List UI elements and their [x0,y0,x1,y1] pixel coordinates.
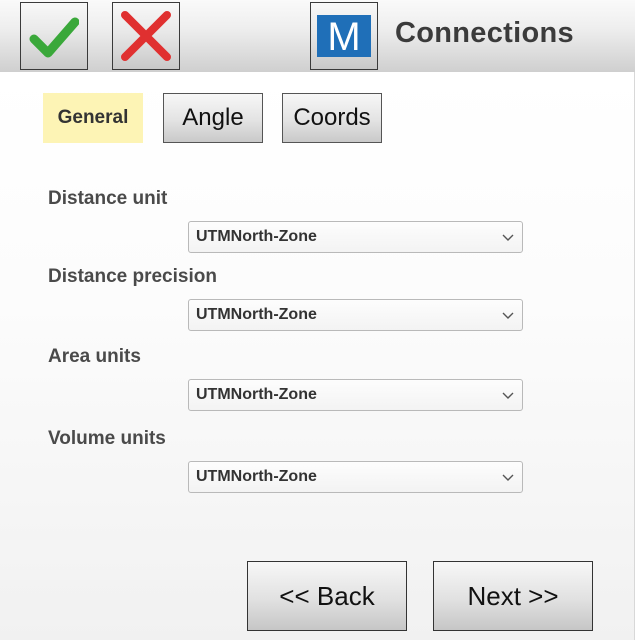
checkmark-icon [29,17,79,58]
chevron-down-icon [502,474,514,481]
distance-precision-select[interactable]: UTMNorth-Zone [188,299,523,331]
svg-text:M: M [327,15,360,57]
volume-units-select[interactable]: UTMNorth-Zone [188,461,523,493]
area-units-select[interactable]: UTMNorth-Zone [188,379,523,411]
distance-unit-select[interactable]: UTMNorth-Zone [188,221,523,253]
tab-angle[interactable]: Angle [163,93,263,143]
distance-unit-label: Distance unit [48,188,168,209]
volume-units-label: Volume units [48,428,166,449]
cancel-button[interactable] [112,2,180,70]
distance-unit-value: UTMNorth-Zone [196,228,317,245]
distance-precision-value: UTMNorth-Zone [196,306,317,323]
tab-general[interactable]: General [43,93,143,143]
logo-button[interactable]: M [310,2,378,70]
back-button[interactable]: << Back [247,561,407,631]
confirm-button[interactable] [20,2,88,70]
distance-precision-label: Distance precision [48,266,217,287]
chevron-down-icon [502,312,514,319]
area-units-label: Area units [48,346,141,367]
close-icon [121,11,171,61]
chevron-down-icon [502,234,514,241]
area-units-value: UTMNorth-Zone [196,386,317,403]
connections-window: M Connections General Angle Coords Dista… [0,0,635,640]
volume-units-value: UTMNorth-Zone [196,468,317,485]
tab-coords[interactable]: Coords [282,93,382,143]
next-button[interactable]: Next >> [433,561,593,631]
chevron-down-icon [502,392,514,399]
m-logo-icon: M [317,15,371,57]
page-title: Connections [395,17,574,49]
